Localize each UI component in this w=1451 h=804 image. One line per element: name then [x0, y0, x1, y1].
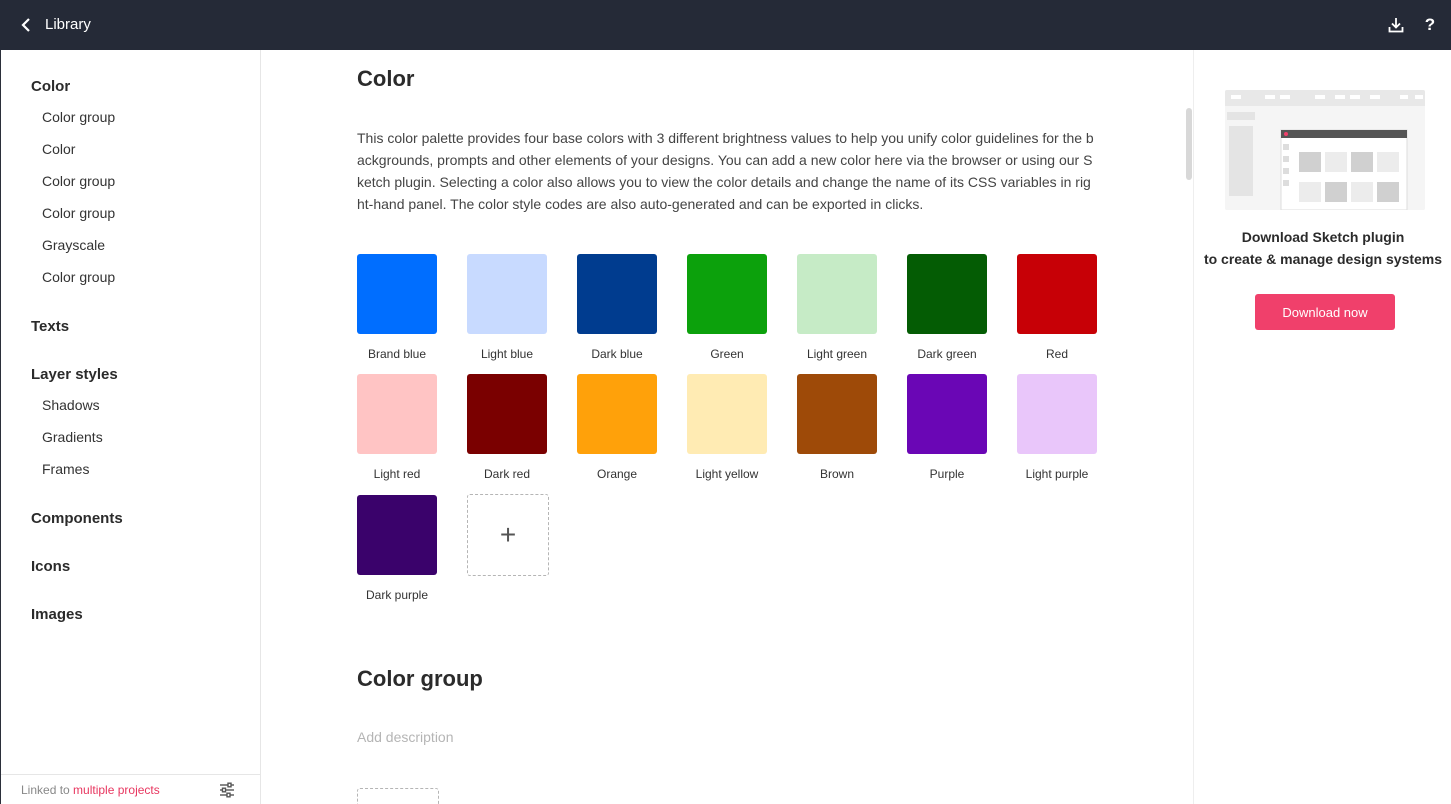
color-swatch-item[interactable]: Orange — [562, 374, 672, 481]
color-swatch-label: Dark red — [483, 467, 530, 481]
plugin-promo-panel: Download Sketch plugin to create & manag… — [1193, 50, 1451, 804]
sidebar-item-gradients[interactable]: Gradients — [42, 429, 103, 445]
color-swatch-item[interactable]: Purple — [892, 374, 1002, 481]
color-swatch-item[interactable]: Light yellow — [672, 374, 782, 481]
color-swatch-item[interactable]: Light purple — [1002, 374, 1112, 481]
color-swatch[interactable] — [797, 374, 877, 454]
sidebar-item-color[interactable]: Color — [42, 141, 75, 157]
color-swatch-item[interactable]: Green — [672, 254, 782, 361]
sidebar-item-color-group[interactable]: Color group — [42, 173, 115, 189]
color-swatch[interactable] — [357, 254, 437, 334]
plus-icon: + — [499, 519, 517, 550]
library-title: Library — [45, 16, 91, 33]
sketch-plugin-preview-image — [1225, 90, 1425, 210]
promo-line-1: Download Sketch plugin — [1241, 229, 1405, 245]
color-swatch-label: Red — [1045, 347, 1068, 361]
color-swatch-label: Dark green — [917, 347, 977, 361]
color-swatch-label: Brown — [819, 467, 854, 481]
color-swatch[interactable] — [797, 254, 877, 334]
color-swatch[interactable] — [907, 254, 987, 334]
color-swatch-label: Light blue — [480, 347, 534, 361]
settings-button[interactable] — [219, 782, 237, 798]
color-swatch-label: Dark blue — [591, 347, 643, 361]
sliders-icon — [220, 782, 234, 798]
help-button[interactable]: ? — [1419, 14, 1441, 36]
color-swatch-item[interactable]: Brand blue — [342, 254, 452, 361]
multiple-projects-link[interactable]: multiple projects — [73, 783, 160, 797]
color-swatch[interactable] — [577, 374, 657, 454]
color-swatch-item[interactable]: Dark purple — [342, 495, 452, 602]
main-content: Color This color palette provides four b… — [261, 50, 1193, 804]
promo-line-2: to create & manage design systems — [1203, 251, 1443, 267]
color-swatch[interactable] — [687, 254, 767, 334]
sidebar-section-texts[interactable]: Texts — [31, 318, 69, 335]
color-swatch-item[interactable]: Dark green — [892, 254, 1002, 361]
color-swatch-label: Brand blue — [367, 347, 427, 361]
sidebar-item-shadows[interactable]: Shadows — [42, 397, 100, 413]
section-title-color-group: Color group — [357, 666, 483, 691]
sidebar-section-layer-styles[interactable]: Layer styles — [31, 366, 118, 383]
chevron-left-icon — [21, 18, 30, 32]
color-swatch-label: Orange — [596, 467, 638, 481]
color-swatch[interactable] — [357, 495, 437, 575]
color-swatch-item[interactable]: Dark blue — [562, 254, 672, 361]
download-icon — [1388, 18, 1404, 33]
color-swatch-label: Light green — [806, 347, 868, 361]
color-swatch-item[interactable]: Red — [1002, 254, 1112, 361]
color-swatch[interactable] — [907, 374, 987, 454]
color-swatch-item[interactable]: Dark red — [452, 374, 562, 481]
sidebar-footer: Linked to multiple projects — [1, 774, 261, 804]
add-description-input[interactable]: Add description — [357, 729, 454, 745]
color-swatch-item[interactable]: Brown — [782, 374, 892, 481]
color-swatch-label: Light yellow — [695, 467, 759, 481]
color-swatch-item[interactable]: Light red — [342, 374, 452, 481]
color-swatch[interactable] — [357, 374, 437, 454]
sidebar-section-images[interactable]: Images — [31, 606, 83, 623]
color-swatch-label: Purple — [929, 467, 965, 481]
sidebar-item-color-group[interactable]: Color group — [42, 205, 115, 221]
add-color-button[interactable]: + — [467, 494, 549, 576]
download-now-button[interactable]: Download now — [1255, 294, 1395, 330]
color-swatch-item[interactable]: Light blue — [452, 254, 562, 361]
color-swatch-item[interactable]: Light green — [782, 254, 892, 361]
back-button[interactable] — [16, 13, 36, 37]
color-swatch-label: Dark purple — [365, 588, 429, 602]
color-swatch[interactable] — [577, 254, 657, 334]
download-button[interactable] — [1385, 14, 1407, 36]
add-color-button-group[interactable] — [357, 788, 439, 804]
sidebar-section-color[interactable]: Color — [31, 78, 70, 95]
sidebar-item-color-group[interactable]: Color group — [42, 109, 115, 125]
section-description: This color palette provides four base co… — [357, 130, 1094, 212]
color-swatch[interactable] — [1017, 374, 1097, 454]
color-swatch[interactable] — [467, 254, 547, 334]
color-swatch[interactable] — [467, 374, 547, 454]
color-swatch-label: Light purple — [1025, 467, 1089, 481]
top-bar: Library ? — [0, 0, 1451, 50]
color-swatch-label: Light red — [373, 467, 421, 481]
sidebar-item-color-group[interactable]: Color group — [42, 269, 115, 285]
color-swatch[interactable] — [1017, 254, 1097, 334]
sidebar-section-icons[interactable]: Icons — [31, 558, 70, 575]
sidebar-item-grayscale[interactable]: Grayscale — [42, 237, 105, 253]
sidebar-section-components[interactable]: Components — [31, 510, 123, 527]
scrollbar-thumb[interactable] — [1186, 108, 1192, 180]
color-swatch[interactable] — [687, 374, 767, 454]
linked-prefix: Linked to — [21, 783, 74, 797]
sidebar: Color Color group Color Color group Color gr… — [0, 50, 261, 804]
sidebar-item-frames[interactable]: Frames — [42, 461, 89, 477]
section-title-color: Color — [357, 66, 415, 91]
color-swatch-label: Green — [710, 347, 744, 361]
linked-projects-text: Linked to multiple projects — [21, 783, 160, 797]
